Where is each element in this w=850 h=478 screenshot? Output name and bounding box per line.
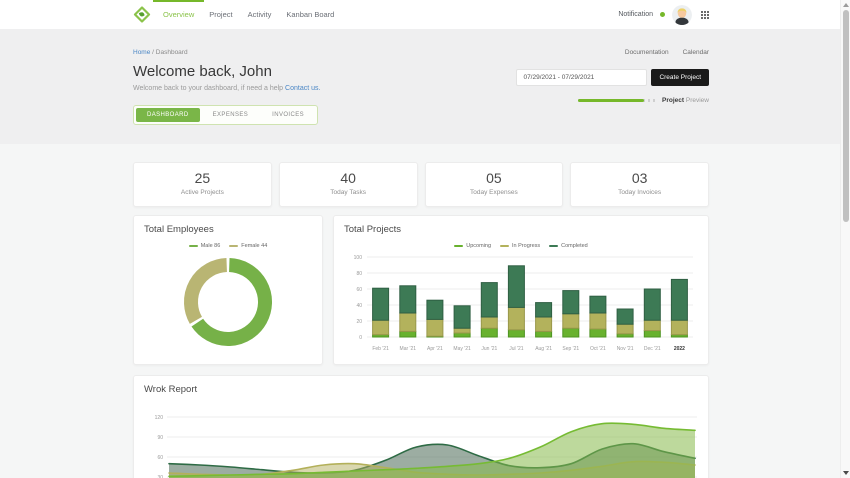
stat-card-today-tasks: 40 Today Tasks (279, 162, 418, 207)
page-title: Welcome back, John (133, 63, 272, 80)
stat-label: Today Expenses (426, 189, 563, 196)
content-area: 25 Active Projects 40 Today Tasks 05 Tod… (0, 144, 850, 478)
svg-text:Aug '21: Aug '21 (535, 346, 552, 352)
work-report-area-chart: 120906030 (143, 405, 699, 478)
donut-legend: Male 86 Female 44 (134, 243, 322, 249)
documentation-link[interactable]: Documentation (625, 49, 669, 56)
legend-dash-icon (454, 245, 463, 247)
legend-item-upcoming[interactable]: Upcoming (454, 243, 491, 249)
legend-item-male[interactable]: Male 86 (189, 243, 221, 249)
card-title: Total Projects (334, 216, 708, 241)
stat-card-today-expenses: 05 Today Expenses (425, 162, 564, 207)
stat-value: 03 (571, 170, 708, 186)
scrollbar-down-arrow-icon[interactable] (843, 471, 849, 475)
svg-text:Feb '21: Feb '21 (372, 346, 389, 352)
project-progress-fill (578, 99, 644, 102)
legend-dash-icon (549, 245, 558, 247)
contact-us-link[interactable]: Contact us. (285, 85, 320, 92)
vertical-scrollbar[interactable] (840, 0, 850, 478)
stats-row: 25 Active Projects 40 Today Tasks 05 Tod… (133, 162, 709, 207)
dashboard-tabs: DASHBOARD EXPENSES INVOICES (133, 105, 318, 125)
grid-menu-icon[interactable] (701, 11, 709, 19)
total-employees-card: Total Employees Male 86 Female 44 (133, 215, 323, 365)
svg-text:80: 80 (356, 271, 362, 277)
tab-dashboard[interactable]: DASHBOARD (136, 108, 200, 122)
notification-status-dot-icon (660, 12, 665, 17)
top-nav: Overview Project Activity Kanban Board N… (0, 0, 850, 29)
total-projects-card: Total Projects Upcoming In Progress Comp… (333, 215, 709, 365)
nav-item-activity[interactable]: Activity (248, 0, 272, 29)
nav-item-kanban-board[interactable]: Kanban Board (286, 0, 334, 29)
legend-item-in-progress[interactable]: In Progress (500, 243, 540, 249)
work-report-card: Wrok Report 120906030 (133, 375, 709, 478)
legend-item-completed[interactable]: Completed (549, 243, 588, 249)
stat-label: Today Tasks (280, 189, 417, 196)
nav-links: Overview Project Activity Kanban Board (163, 0, 334, 29)
calendar-link[interactable]: Calendar (683, 49, 709, 56)
bar-legend: Upcoming In Progress Completed (334, 243, 708, 249)
svg-text:20: 20 (356, 319, 362, 325)
svg-text:Jun '21: Jun '21 (481, 346, 497, 352)
legend-dash-icon (229, 245, 238, 247)
stat-label: Active Projects (134, 189, 271, 196)
project-progress-bar (578, 99, 656, 102)
nav-item-project[interactable]: Project (209, 0, 232, 29)
page-subtitle: Welcome back to your dashboard, if need … (133, 85, 320, 92)
dashboard-page: Overview Project Activity Kanban Board N… (0, 0, 850, 478)
card-title: Total Employees (134, 216, 322, 241)
project-preview-row: Project Preview (578, 97, 709, 104)
scrollbar-thumb[interactable] (843, 10, 849, 222)
svg-text:120: 120 (155, 415, 164, 421)
projects-bar-chart: 0 20 40 60 80 100 Feb '21 Mar '21 Apr '21 May '21… (343, 251, 699, 357)
stat-card-today-invoices: 03 Today Invoices (570, 162, 709, 207)
stat-label: Today Invoices (571, 189, 708, 196)
project-preview-label: Project Preview (662, 97, 709, 104)
date-actions-row: Create Project (516, 69, 709, 86)
stat-value: 25 (134, 170, 271, 186)
svg-text:Mar '21: Mar '21 (400, 346, 417, 352)
nav-item-overview[interactable]: Overview (163, 0, 194, 29)
app-logo-icon[interactable] (133, 6, 151, 24)
stat-value: 40 (280, 170, 417, 186)
card-title: Wrok Report (134, 376, 708, 401)
svg-text:Apr '21: Apr '21 (427, 346, 443, 352)
legend-dash-icon (189, 245, 198, 247)
date-range-input[interactable] (516, 69, 647, 86)
breadcrumb-current: Dashboard (156, 49, 188, 56)
svg-text:2022: 2022 (674, 346, 685, 352)
svg-text:40: 40 (356, 303, 362, 309)
hero-band: Home / Dashboard Documentation Calendar … (0, 29, 850, 144)
scrollbar-up-arrow-icon[interactable] (843, 3, 849, 7)
stat-value: 05 (426, 170, 563, 186)
stat-card-active-projects: 25 Active Projects (133, 162, 272, 207)
svg-text:Oct '21: Oct '21 (590, 346, 606, 352)
svg-text:Dec '21: Dec '21 (644, 346, 661, 352)
notification-label[interactable]: Notification (618, 11, 653, 18)
charts-row: Total Employees Male 86 Female 44 Total … (133, 215, 709, 365)
hero-links: Documentation Calendar (625, 49, 709, 56)
svg-text:Jul '21: Jul '21 (509, 346, 524, 352)
breadcrumb-home-link[interactable]: Home (133, 49, 150, 56)
legend-item-female[interactable]: Female 44 (229, 243, 267, 249)
svg-text:0: 0 (359, 335, 362, 341)
tab-invoices[interactable]: INVOICES (261, 108, 315, 122)
breadcrumb-separator: / (152, 49, 154, 56)
svg-text:Sep '21: Sep '21 (562, 346, 579, 352)
svg-text:100: 100 (354, 255, 363, 261)
nav-right: Notification (618, 5, 709, 25)
svg-text:May '21: May '21 (453, 346, 471, 352)
svg-text:60: 60 (157, 455, 163, 461)
nav-inner: Overview Project Activity Kanban Board N… (133, 0, 709, 29)
legend-dash-icon (500, 245, 509, 247)
employees-donut-chart (182, 256, 274, 348)
create-project-button[interactable]: Create Project (651, 69, 709, 86)
svg-text:Nov '21: Nov '21 (617, 346, 634, 352)
user-avatar[interactable] (672, 5, 692, 25)
tab-expenses[interactable]: EXPENSES (202, 108, 260, 122)
breadcrumb: Home / Dashboard (133, 49, 188, 56)
svg-text:90: 90 (157, 435, 163, 441)
svg-text:60: 60 (356, 287, 362, 293)
